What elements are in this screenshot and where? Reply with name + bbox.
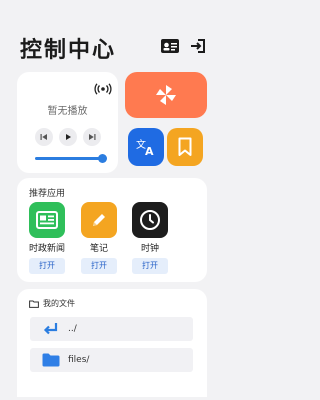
slider-thumb[interactable]: [98, 154, 107, 163]
next-button[interactable]: [82, 128, 101, 146]
skip-previous-icon: [40, 134, 47, 140]
file-row-files[interactable]: files/: [30, 348, 193, 372]
file-name: files/: [68, 355, 90, 365]
folder-outline-icon: [29, 300, 39, 308]
pinwheel-icon: [156, 85, 176, 105]
return-arrow-icon: [42, 322, 60, 336]
app-label: 时钟: [140, 244, 159, 254]
play-icon: [65, 134, 71, 140]
contact-card-icon[interactable]: [160, 38, 180, 54]
section-title-files: 我的文件: [43, 299, 75, 308]
news-icon: [36, 211, 58, 229]
file-name: ../: [68, 324, 77, 334]
svg-text:A: A: [145, 145, 154, 157]
now-playing-status: 暂无播放: [47, 106, 88, 117]
my-files-card: 我的文件 ../ files/: [17, 289, 207, 397]
bookmark-icon: [178, 137, 192, 156]
clock-icon: [140, 210, 160, 230]
login-icon[interactable]: [189, 38, 209, 54]
app-label: 时政新闻: [28, 244, 65, 254]
section-title-apps: 推荐应用: [29, 189, 66, 199]
previous-button[interactable]: [34, 128, 53, 146]
open-news-button[interactable]: 打开: [29, 258, 65, 274]
bookmark-tile[interactable]: [167, 128, 203, 166]
app-item-notes: 笔记 打开: [77, 202, 121, 274]
skip-next-icon: [88, 134, 95, 140]
recommended-apps-card: 推荐应用 时政新闻 打开 笔记 打开 时钟 打开: [17, 178, 207, 282]
media-player-card: 暂无播放: [17, 72, 118, 173]
news-app-icon[interactable]: [29, 202, 65, 238]
translate-icon: 文 A: [136, 138, 154, 157]
file-row-parent[interactable]: ../: [30, 317, 193, 341]
open-notes-button[interactable]: 打开: [81, 258, 117, 274]
pinwheel-tile[interactable]: [125, 72, 207, 118]
volume-slider[interactable]: [35, 154, 107, 163]
page-title: 控制中心: [20, 38, 117, 63]
notes-app-icon[interactable]: [81, 202, 117, 238]
app-item-clock: 时钟 打开: [128, 202, 172, 274]
folder-icon: [42, 353, 60, 367]
translate-tile[interactable]: 文 A: [128, 128, 164, 166]
play-button[interactable]: [58, 128, 77, 146]
open-clock-button[interactable]: 打开: [132, 258, 168, 274]
clock-app-icon[interactable]: [132, 202, 168, 238]
files-header: 我的文件: [29, 298, 75, 309]
pencil-icon: [93, 214, 105, 226]
app-item-news: 时政新闻 打开: [25, 202, 69, 274]
app-label: 笔记: [89, 244, 108, 254]
broadcast-icon[interactable]: [94, 80, 112, 95]
